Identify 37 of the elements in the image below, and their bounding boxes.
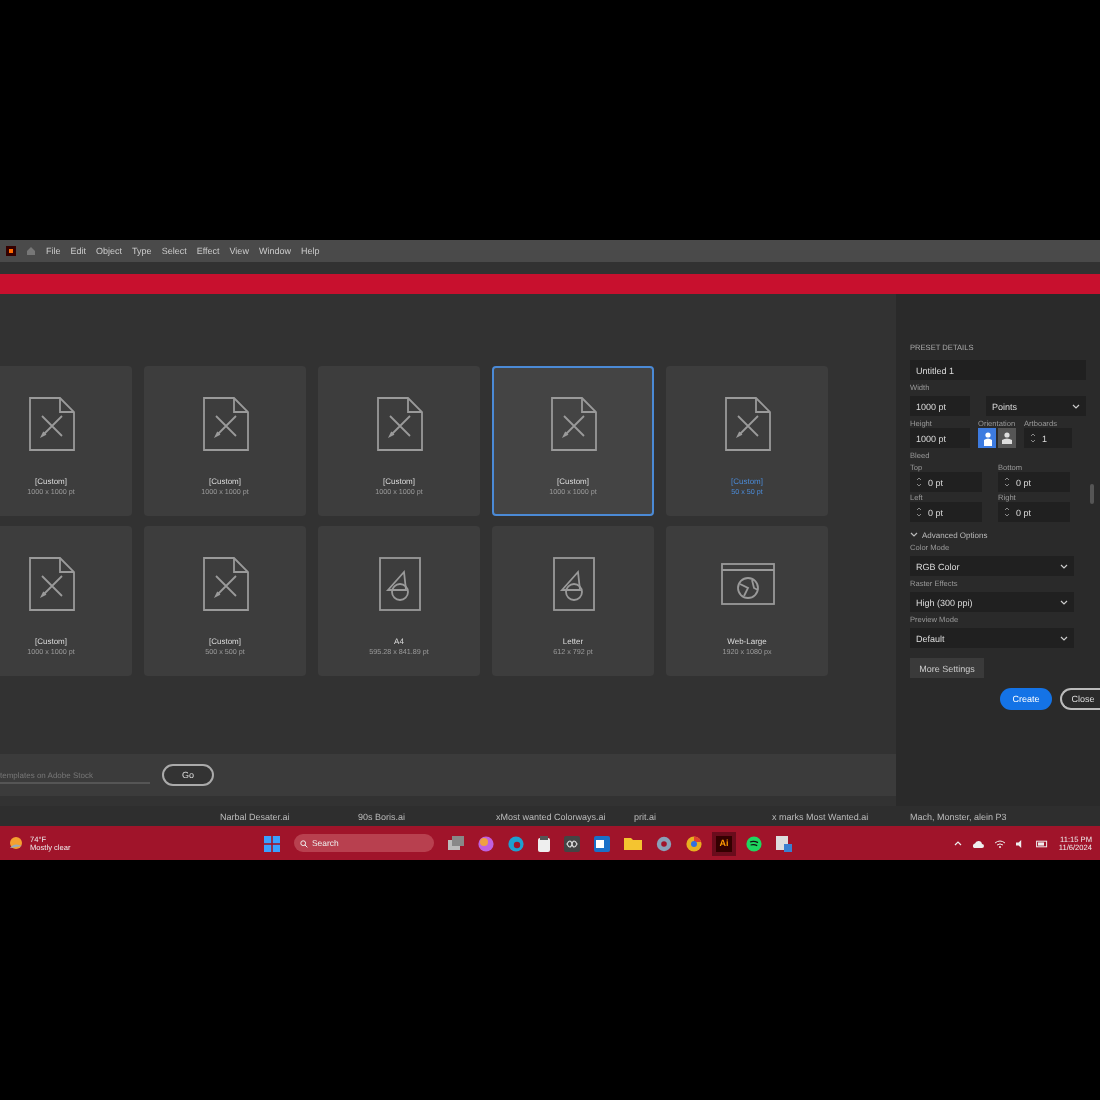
volume-icon[interactable]: [1016, 839, 1027, 847]
search-icon: [300, 839, 308, 847]
caret-icon: [1060, 599, 1068, 605]
mail-icon[interactable]: [594, 835, 610, 851]
weather-icon[interactable]: [8, 836, 24, 850]
document-icon: [549, 396, 597, 452]
document-icon: [201, 556, 249, 612]
settings-icon[interactable]: [656, 835, 672, 851]
wifi-icon[interactable]: [994, 839, 1007, 847]
app-icon[interactable]: [6, 246, 16, 256]
chevron-down-icon[interactable]: [910, 532, 918, 538]
landscape-button[interactable]: [998, 428, 1016, 448]
caret-icon: [1072, 403, 1080, 409]
page-shapes-icon: [377, 556, 421, 612]
document-icon: [723, 396, 771, 452]
chevron-up-icon[interactable]: [954, 840, 963, 846]
swirl-icon[interactable]: [478, 835, 494, 851]
caret-icon: [1060, 635, 1068, 641]
browser-icon[interactable]: [686, 835, 702, 851]
document-icon: [27, 396, 75, 452]
document-icon: [201, 396, 249, 452]
browser-globe-icon: [719, 562, 775, 606]
document-icon: [27, 556, 75, 612]
browser-icon[interactable]: [508, 835, 524, 851]
portrait-button[interactable]: [978, 428, 996, 448]
music-icon[interactable]: [746, 835, 762, 851]
page-shapes-icon: [551, 556, 595, 612]
app-icon[interactable]: [776, 835, 792, 851]
windows-start-icon[interactable]: [264, 835, 280, 851]
caret-icon: [1060, 563, 1068, 569]
document-icon: [375, 396, 423, 452]
cloud-icon[interactable]: [972, 839, 985, 847]
battery-icon[interactable]: [1036, 839, 1049, 847]
infinity-icon[interactable]: [564, 835, 580, 851]
task-view-icon[interactable]: [448, 836, 464, 850]
jar-icon[interactable]: [538, 835, 550, 851]
folder-icon[interactable]: [624, 836, 642, 850]
